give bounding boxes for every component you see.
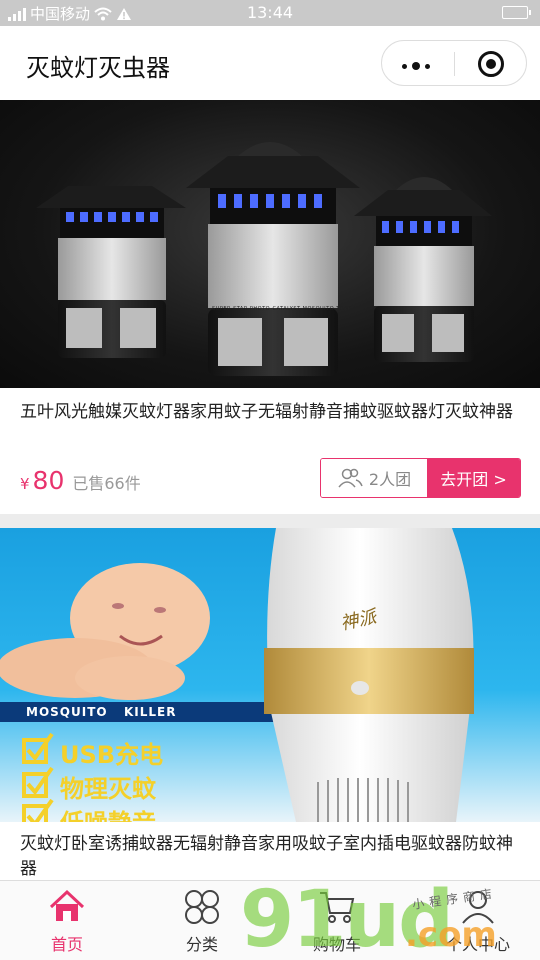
product-image[interactable]: SUPER STAR PHOTO-CATALYST MOSQUITO TRAP — [0, 100, 540, 388]
mosquito-lamp-illustration — [36, 142, 492, 376]
feature-usb-charge: USB充电 — [60, 741, 164, 769]
feature-physical-kill: 物理灭蚊 — [60, 775, 156, 803]
product-title[interactable]: 五叶风光触媒灭蚊灯器家用蚊子无辐射静音捕蚊驱蚊器灯灭蚊神器 — [20, 400, 520, 425]
banner-mosquito-label: MOSQUITO — [26, 705, 108, 719]
start-group-button[interactable]: 去开团 > — [427, 459, 520, 497]
feature-low-noise: 低噪静音 — [60, 803, 156, 822]
mini-program-capsule — [381, 40, 527, 86]
price-row: ¥ 80 已售66件 — [20, 466, 141, 495]
group-size-label: 2人团 — [368, 470, 412, 489]
close-mini-program-icon[interactable] — [478, 51, 504, 77]
page-title: 灭蚊灯灭虫器 — [26, 54, 170, 82]
currency-symbol: ¥ — [20, 475, 30, 493]
group-buy-button[interactable]: 2人团 去开团 > — [320, 458, 521, 498]
navigation-bar: 灭蚊灯灭虫器 — [0, 26, 540, 100]
product-title[interactable]: 灭蚊灯卧室诱捕蚊器无辐射静音家用吸蚊子室内插电驱蚊器防蚊神器 — [20, 832, 520, 880]
home-icon — [47, 887, 87, 927]
product-card[interactable]: SUPER STAR PHOTO-CATALYST MOSQUITO TRAP … — [0, 100, 540, 514]
sold-count: 已售66件 — [72, 474, 141, 493]
tab-home[interactable]: 首页 — [17, 887, 117, 957]
product-card[interactable]: MOSQUITO KILLER USB充电 物理灭蚊 低噪静音 神派 灭蚊灯卧室… — [0, 528, 540, 880]
tab-category[interactable]: 分类 — [152, 887, 252, 957]
image-caption: SUPER STAR PHOTO-CATALYST MOSQUITO TRAP — [212, 306, 351, 312]
tab-home-label: 首页 — [50, 935, 83, 954]
banner-killer-label: KILLER — [124, 705, 177, 719]
product-image[interactable]: MOSQUITO KILLER USB充电 物理灭蚊 低噪静音 神派 — [0, 528, 540, 822]
status-bar: 中国移动 13:44 — [0, 0, 540, 26]
watermark-domain: .com — [405, 915, 497, 955]
group-people-icon — [338, 468, 363, 488]
battery-icon — [502, 6, 531, 19]
category-icon — [182, 887, 222, 927]
status-time: 13:44 — [246, 3, 294, 22]
capsule-divider — [454, 52, 455, 76]
product-price: 80 — [32, 466, 65, 495]
group-size[interactable]: 2人团 — [321, 459, 427, 497]
more-options-icon[interactable] — [402, 62, 430, 70]
tab-category-label: 分类 — [185, 935, 218, 954]
